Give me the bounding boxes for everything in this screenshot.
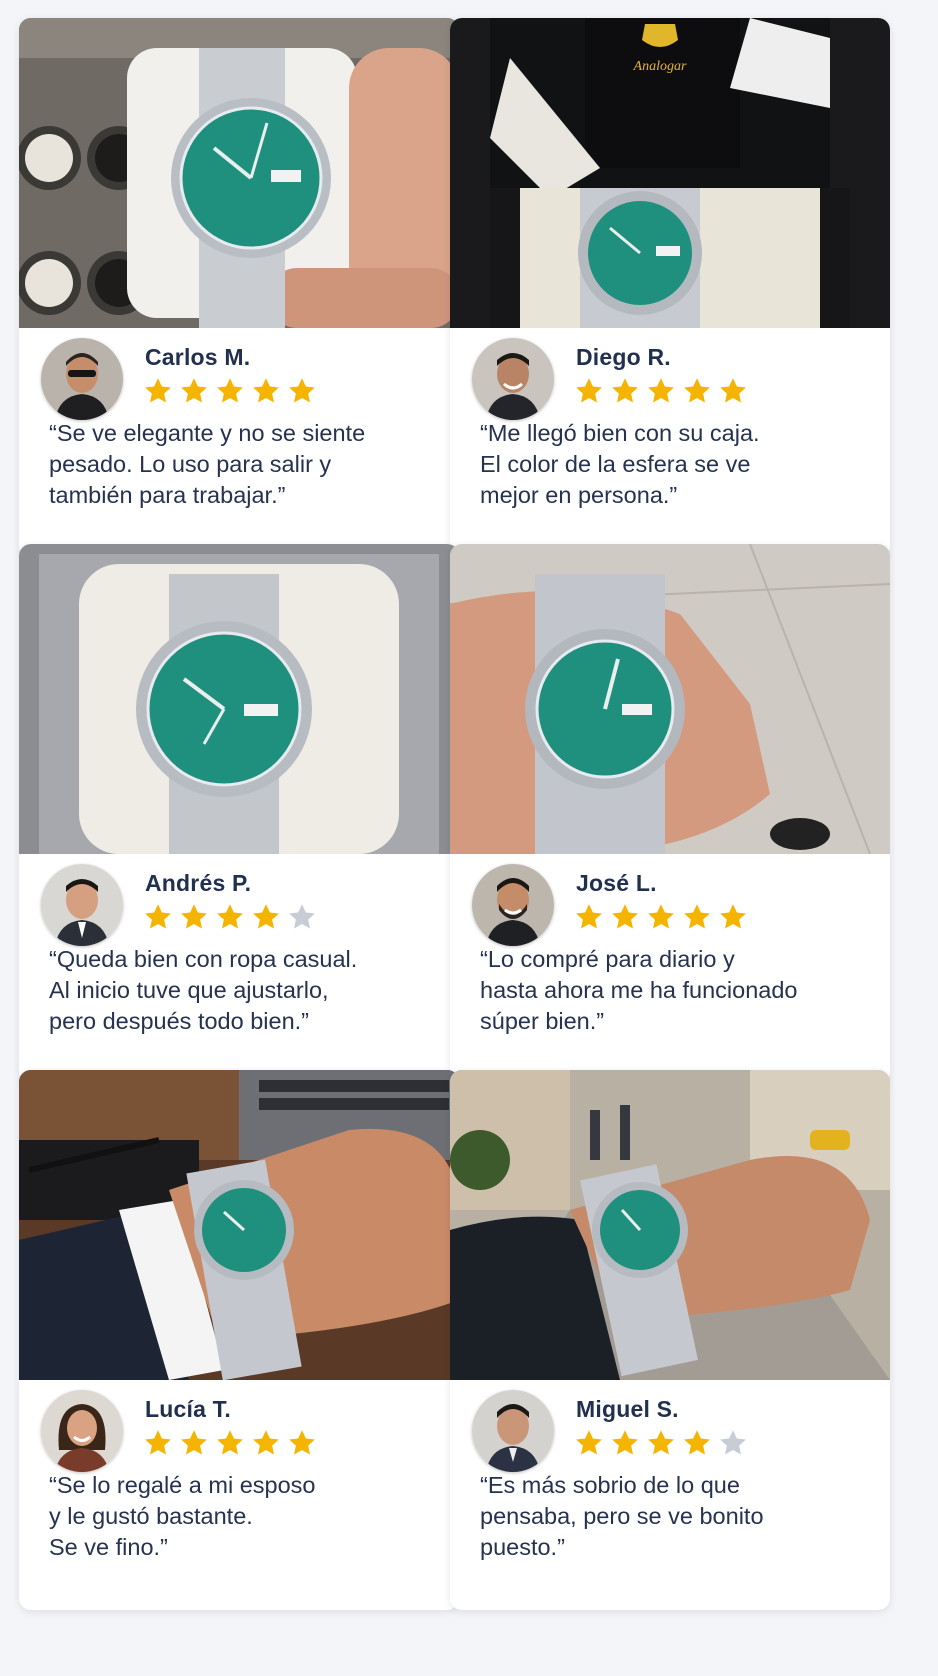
star-filled-icon — [181, 1430, 207, 1455]
star-filled-icon — [145, 1430, 171, 1455]
review-text: “Me llegó bien con su caja. El color de … — [480, 420, 760, 508]
star-filled-icon — [612, 378, 638, 403]
star-rating — [143, 376, 317, 406]
reviews-grid: Carlos M. “Se ve elegante y no se siente… — [0, 0, 938, 1676]
star-filled-icon — [289, 1430, 315, 1455]
review-text: “Se ve elegante y no se siente pesado. L… — [49, 420, 366, 508]
star-filled-icon — [217, 904, 243, 929]
star-filled-icon — [720, 904, 746, 929]
man-suit-avatar — [41, 864, 123, 946]
man-portrait-avatar — [472, 1390, 554, 1472]
star-filled-icon — [612, 1430, 638, 1455]
review-text: “Lo compré para diario y hasta ahora me … — [480, 946, 798, 1034]
star-filled-icon — [181, 378, 207, 403]
star-filled-icon — [612, 904, 638, 929]
review-card: Analogar Diego R. “Me llegó bien con su … — [450, 18, 890, 558]
watch-photo — [450, 1070, 890, 1380]
man-sunglasses-avatar — [41, 338, 123, 420]
star-rating — [574, 902, 748, 932]
brand-logo-text: Analogar — [633, 59, 687, 74]
star-filled-icon — [684, 1430, 710, 1455]
review-card: Andrés P. “Queda bien con ropa casual. A… — [19, 544, 459, 1084]
star-filled-icon — [576, 378, 602, 403]
star-filled-icon — [253, 378, 279, 403]
star-rating — [143, 902, 317, 932]
reviewer-name: José L. — [576, 870, 657, 896]
star-filled-icon — [181, 904, 207, 929]
star-filled-icon — [684, 904, 710, 929]
star-rating — [574, 1428, 748, 1458]
star-filled-icon — [253, 904, 279, 929]
review-card: Carlos M. “Se ve elegante y no se siente… — [19, 18, 459, 558]
man-smiling-avatar — [472, 338, 554, 420]
star-filled-icon — [576, 904, 602, 929]
star-rating — [574, 376, 748, 406]
star-rating — [143, 1428, 317, 1458]
review-card: Lucía T. “Se lo regalé a mi esposo y le … — [19, 1070, 459, 1610]
review-card: José L. “Lo compré para diario y hasta a… — [450, 544, 890, 1084]
reviewer-name: Miguel S. — [576, 1396, 679, 1422]
review-text: “Queda bien con ropa casual. Al inicio t… — [49, 946, 358, 1034]
star-filled-icon — [720, 378, 746, 403]
reviewer-name: Andrés P. — [145, 870, 252, 896]
watch-photo — [19, 18, 459, 328]
watch-photo: Analogar — [450, 18, 890, 328]
man-beard-avatar — [472, 864, 554, 946]
star-filled-icon — [648, 904, 674, 929]
star-filled-icon — [648, 378, 674, 403]
star-filled-icon — [253, 1430, 279, 1455]
star-filled-icon — [145, 904, 171, 929]
review-text: “Es más sobrio de lo que pensaba, pero s… — [480, 1472, 764, 1560]
woman-smiling-avatar — [41, 1390, 123, 1472]
reviewer-name: Lucía T. — [145, 1396, 231, 1422]
star-filled-icon — [684, 378, 710, 403]
star-filled-icon — [217, 378, 243, 403]
reviewer-name: Carlos M. — [145, 344, 251, 370]
watch-photo — [450, 544, 890, 854]
star-empty-icon — [289, 904, 315, 929]
star-filled-icon — [217, 1430, 243, 1455]
watch-photo — [19, 544, 459, 854]
review-text: “Se lo regalé a mi esposo y le gustó bas… — [49, 1472, 316, 1560]
star-empty-icon — [720, 1430, 746, 1455]
reviewer-name: Diego R. — [576, 344, 671, 370]
watch-photo — [19, 1070, 459, 1380]
review-card: Miguel S. “Es más sobrio de lo que pensa… — [450, 1070, 890, 1610]
star-filled-icon — [145, 378, 171, 403]
star-filled-icon — [576, 1430, 602, 1455]
star-filled-icon — [289, 378, 315, 403]
star-filled-icon — [648, 1430, 674, 1455]
